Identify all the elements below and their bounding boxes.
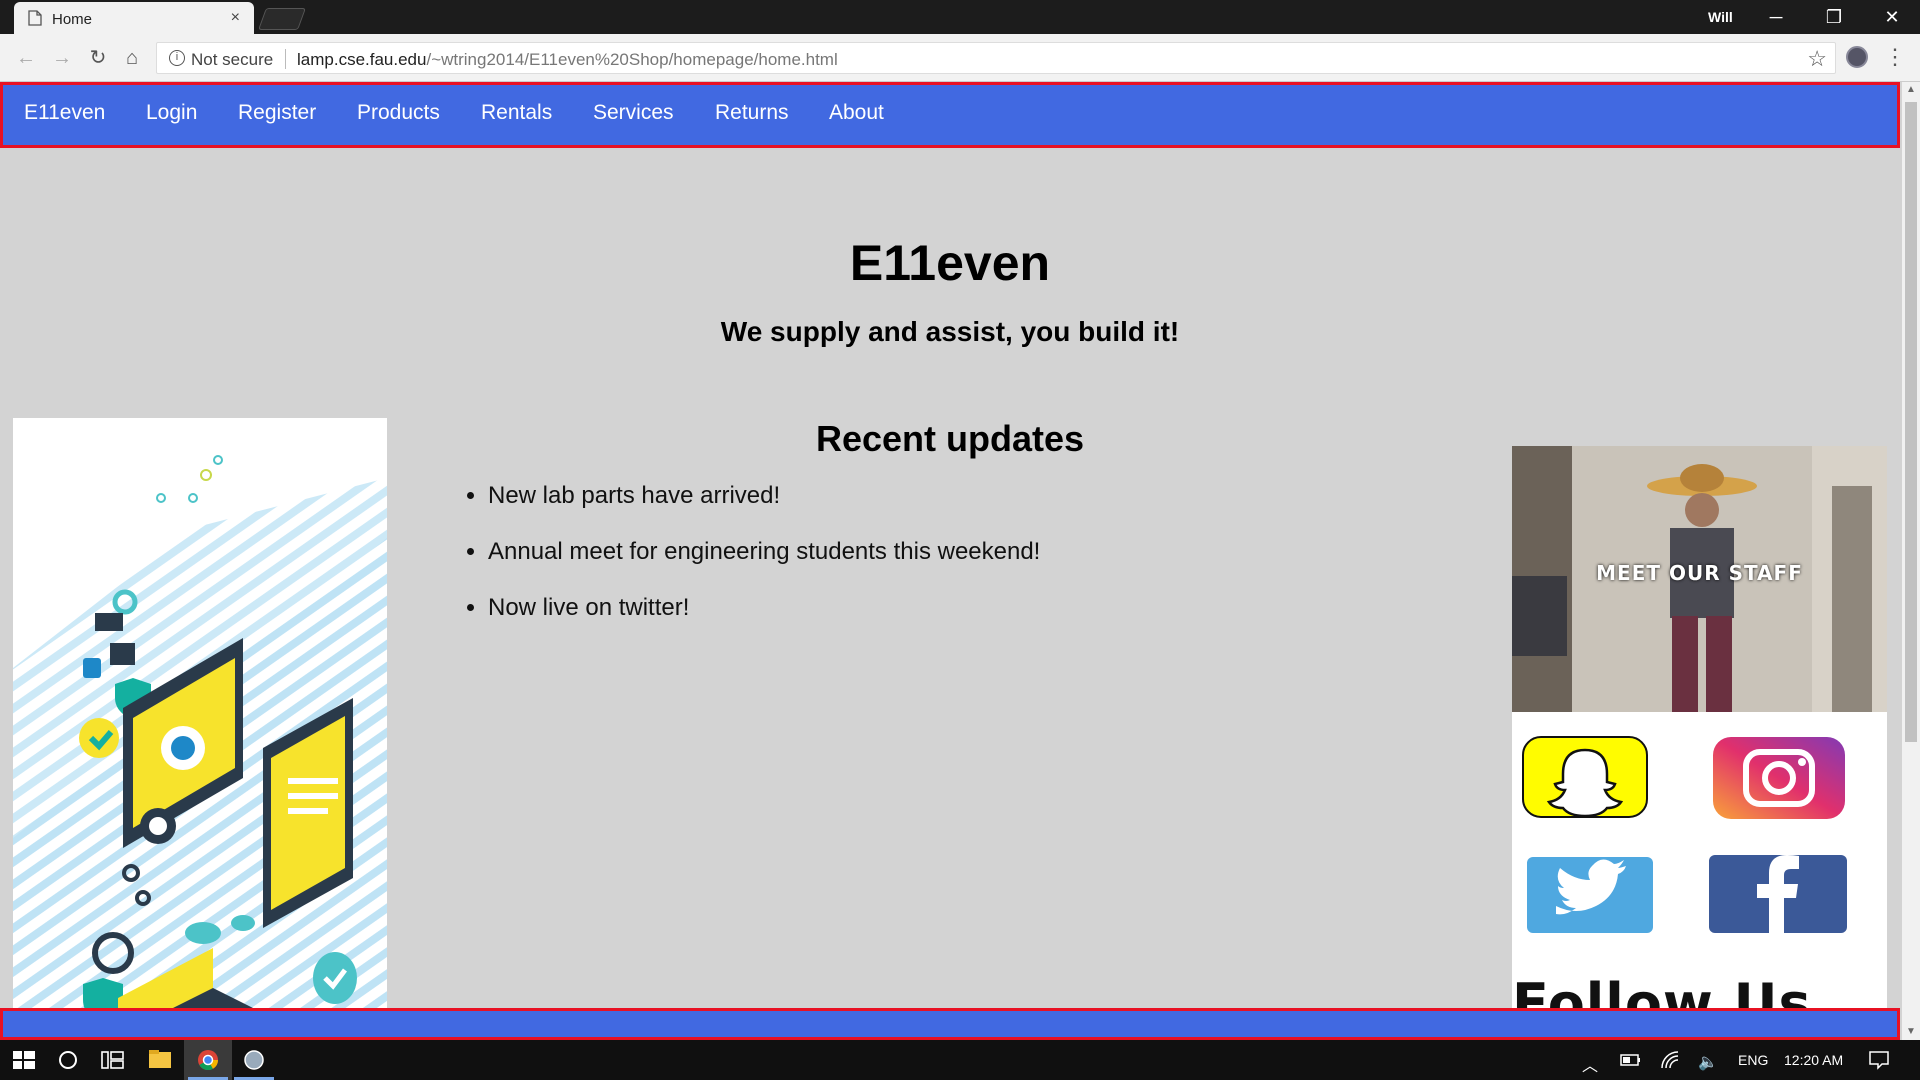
close-window-icon[interactable]: ✕ [1864,0,1920,34]
volume-icon[interactable]: 🔈 [1698,1052,1718,1072]
site-nav-bar: E11even Login Register Products Rentals … [0,82,1900,148]
omnibox-divider [285,49,286,69]
profile-name[interactable]: Will [1708,9,1733,25]
meet-our-staff-image[interactable]: MEET OUR STAFF [1512,446,1887,712]
minimize-icon[interactable]: ─ [1748,0,1804,34]
scrollbar-thumb[interactable] [1905,102,1917,742]
twitter-icon[interactable] [1526,856,1654,934]
url-path: /~wtring2014/E11even%20Shop/homepage/hom… [426,50,838,69]
update-item: New lab parts have arrived! [488,482,1040,538]
tech-illustration [13,418,387,1038]
tab-close-icon[interactable]: × [231,9,240,27]
facebook-icon[interactable] [1708,854,1848,934]
battery-icon[interactable] [1620,1052,1642,1068]
new-tab-button[interactable] [257,8,307,30]
scroll-up-icon[interactable]: ▲ [1902,82,1920,98]
update-item: Now live on twitter! [488,594,1040,650]
clock[interactable]: 12:20 AM [1784,1052,1843,1068]
notifications-icon[interactable] [1868,1050,1890,1070]
nav-link-login[interactable]: Login [146,101,197,125]
windows-start-icon[interactable] [0,1040,48,1080]
page-icon [28,10,42,26]
isometric-tech-image [13,455,387,1038]
nav-link-about[interactable]: About [829,101,884,125]
page-viewport: E11even Login Register Products Rentals … [0,82,1902,1040]
reload-icon[interactable]: ↻ [86,46,110,70]
home-icon[interactable]: ⌂ [120,46,144,70]
extension-icon[interactable] [1846,46,1868,68]
url-host: lamp.cse.fau.edu [297,50,427,69]
nav-link-returns[interactable]: Returns [715,101,789,125]
site-title: E11even [849,235,1051,291]
restore-icon[interactable]: ❐ [1806,0,1862,34]
tab-title: Home [52,11,93,28]
windows-taskbar: ︿ 🔈 ENG 12:20 AM [0,1040,1920,1080]
cortana-icon[interactable] [44,1040,92,1080]
info-icon[interactable]: i [169,50,185,66]
browser-tab[interactable]: Home × [14,2,254,34]
scroll-down-icon[interactable]: ▼ [1902,1024,1920,1040]
browser-tab-strip: Home × Will ─ ❐ ✕ [0,0,1920,34]
forward-icon[interactable]: → [50,46,74,70]
instagram-icon[interactable] [1712,736,1846,820]
nav-link-rentals[interactable]: Rentals [481,101,552,125]
site-footer-bar [0,1008,1900,1040]
task-view-icon[interactable] [88,1040,136,1080]
back-icon[interactable]: ← [14,46,38,70]
language-indicator[interactable]: ENG [1738,1052,1768,1068]
bookmark-star-icon[interactable]: ☆ [1807,46,1827,72]
browser-menu-icon[interactable]: ⋮ [1884,44,1906,70]
updates-list: New lab parts have arrived! Annual meet … [458,482,1040,650]
update-item: Annual meet for engineering students thi… [488,538,1040,594]
page-scrollbar[interactable]: ▲ ▼ [1902,82,1920,1040]
site-tagline: We supply and assist, you build it! [720,316,1180,347]
url-text[interactable]: lamp.cse.fau.edu/~wtring2014/E11even%20S… [297,50,838,70]
app-icon[interactable] [230,1040,278,1080]
security-label[interactable]: Not secure [191,50,273,70]
nav-link-register[interactable]: Register [238,101,316,125]
show-hidden-icons[interactable]: ︿ [1582,1052,1598,1076]
staff-banner-text: MEET OUR STAFF [1596,561,1803,585]
social-panel: Follow Us [1512,712,1887,1040]
nav-link-services[interactable]: Services [593,101,674,125]
chrome-icon[interactable] [184,1040,232,1080]
nav-link-home[interactable]: E11even [24,101,105,125]
file-explorer-icon[interactable] [136,1040,184,1080]
browser-toolbar: ← → ↻ ⌂ i Not secure lamp.cse.fau.edu/~w… [0,34,1920,82]
wifi-icon[interactable] [1660,1050,1680,1070]
address-bar[interactable]: i Not secure lamp.cse.fau.edu/~wtring201… [156,42,1836,74]
snapchat-icon[interactable] [1522,736,1648,818]
nav-link-products[interactable]: Products [357,101,440,125]
